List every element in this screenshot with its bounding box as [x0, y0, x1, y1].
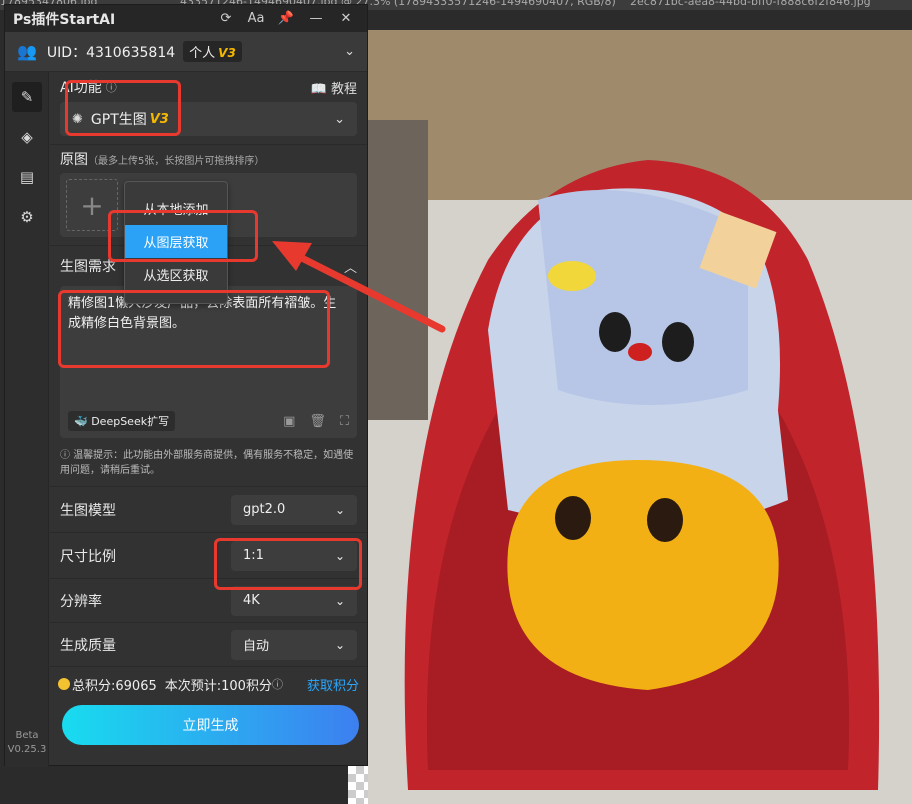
- option-model: 生图模型 gpt2.0 ⌄: [50, 487, 367, 533]
- info-icon[interactable]: ⓘ: [272, 676, 283, 692]
- version-label: V0.25.3: [7, 744, 47, 755]
- version-info: Beta V0.25.3: [5, 729, 49, 757]
- chevron-down-icon: ⌄: [334, 111, 345, 127]
- close-icon[interactable]: ✕: [331, 11, 361, 26]
- sidebar-item-history[interactable]: ▤: [12, 162, 42, 192]
- sidebar-item-layers[interactable]: ◈: [12, 122, 42, 152]
- main-content: AI功能 ⓘ 📖 教程 ✺ GPT生图 V3 ⌄ 原图 （最多上传5张，长按图片…: [50, 72, 367, 767]
- chevron-down-icon: ⌄: [334, 502, 345, 517]
- annotation-arrow-icon: [272, 241, 446, 333]
- total-points: 总积分:69065: [72, 678, 157, 694]
- book-icon: 📖: [310, 81, 327, 97]
- option-label: 生成质量: [60, 637, 116, 654]
- sidebar: ✎ ◈ ▤ ⚙ Beta V0.25.3: [5, 72, 49, 767]
- notice-content: 温馨提示：此功能由外部服务商提供，偶有服务不稳定，如遇使用问题，请稍后重试。: [60, 450, 354, 476]
- quality-select[interactable]: 自动 ⌄: [231, 629, 357, 660]
- option-value: 4K: [243, 593, 260, 608]
- refresh-icon[interactable]: ⟳: [211, 11, 241, 26]
- whale-icon: 🐳: [74, 415, 88, 428]
- popup-item-selection[interactable]: 从选区获取: [125, 258, 227, 291]
- users-icon: 👥: [17, 42, 37, 61]
- coin-icon: [58, 678, 70, 690]
- resolution-select[interactable]: 4K ⌄: [231, 585, 357, 616]
- sidebar-item-edit[interactable]: ✎: [12, 82, 42, 112]
- option-value: 自动: [243, 639, 270, 654]
- plugin-title: Ps插件StartAI: [13, 11, 116, 28]
- plan-badge: 个人 V3: [183, 41, 242, 62]
- notice-text: ⓘ 温馨提示：此功能由外部服务商提供，偶有服务不稳定，如遇使用问题，请稍后重试。: [60, 442, 357, 486]
- pen-icon: ✎: [20, 88, 34, 106]
- source-hint: （最多上传5张，长按图片可拖拽排序）: [88, 155, 265, 167]
- option-value: gpt2.0: [243, 502, 286, 517]
- annotation-ratio: [214, 538, 362, 590]
- deepseek-label: DeepSeek扩写: [91, 415, 170, 428]
- generate-button[interactable]: 立即生成: [62, 705, 359, 745]
- gear-icon: ⚙: [20, 208, 34, 226]
- plan-version: V3: [218, 46, 236, 60]
- pin-icon[interactable]: 📌: [271, 11, 301, 26]
- points-bar: 总积分:69065 本次预计:100积分 ⓘ 获取积分: [50, 667, 367, 701]
- annotation-function: [65, 80, 181, 136]
- annotation-layer-option: [108, 210, 258, 262]
- document-icon: ▤: [19, 168, 35, 186]
- document-tab-3[interactable]: 2ec871bc-aea8-44bd-bff0-f888c6f2f846.jpg: [630, 0, 871, 9]
- deepseek-expand-button[interactable]: 🐳 DeepSeek扩写: [68, 411, 176, 431]
- chevron-down-icon[interactable]: ⌄: [344, 44, 355, 59]
- startai-plugin-panel: Ps插件StartAI ⟳ Aa 📌 — ✕ 👥 UID：4310635814 …: [4, 4, 368, 767]
- product-photo: [368, 30, 912, 804]
- beta-label: Beta: [15, 730, 39, 741]
- plus-icon: +: [80, 188, 104, 222]
- tutorial-label: 教程: [330, 81, 357, 97]
- option-label: 尺寸比例: [60, 548, 116, 565]
- user-info-bar[interactable]: 👥 UID：4310635814 个人 V3 ⌄: [5, 32, 367, 72]
- bean-bag-photo-image: [368, 30, 912, 804]
- fullscreen-icon[interactable]: ⛶: [340, 414, 349, 429]
- minimize-icon[interactable]: —: [301, 11, 331, 26]
- chevron-down-icon: ⌄: [334, 637, 345, 652]
- estimate-points: 本次预计:100积分: [164, 678, 272, 694]
- requirement-label: 生图需求: [60, 259, 116, 275]
- uid-text: UID：4310635814: [46, 44, 176, 61]
- option-quality: 生成质量 自动 ⌄: [50, 623, 367, 667]
- get-points-link[interactable]: 获取积分: [307, 675, 359, 694]
- source-label: 原图: [60, 152, 88, 168]
- chevron-down-icon: ⌄: [334, 593, 345, 608]
- plan-label: 个人: [189, 46, 216, 61]
- option-label: 分辨率: [60, 593, 102, 610]
- tutorial-link[interactable]: 📖 教程: [311, 78, 357, 97]
- plugin-titlebar: Ps插件StartAI ⟳ Aa 📌 — ✕: [5, 5, 367, 32]
- requirement-toolbar: 🐳 DeepSeek扩写 ▣ 🗑 ⛶: [68, 410, 349, 432]
- layers-icon: ◈: [21, 128, 33, 146]
- source-header: 原图 （最多上传5张，长按图片可拖拽排序）: [60, 145, 357, 173]
- sidebar-item-settings[interactable]: ⚙: [12, 202, 42, 232]
- template-icon[interactable]: ▣: [283, 414, 295, 429]
- option-label: 生图模型: [60, 502, 116, 519]
- font-size-button[interactable]: Aa: [241, 11, 271, 26]
- trash-icon[interactable]: 🗑: [309, 414, 326, 429]
- model-select[interactable]: gpt2.0 ⌄: [231, 494, 357, 525]
- info-icon: ⓘ: [60, 450, 70, 461]
